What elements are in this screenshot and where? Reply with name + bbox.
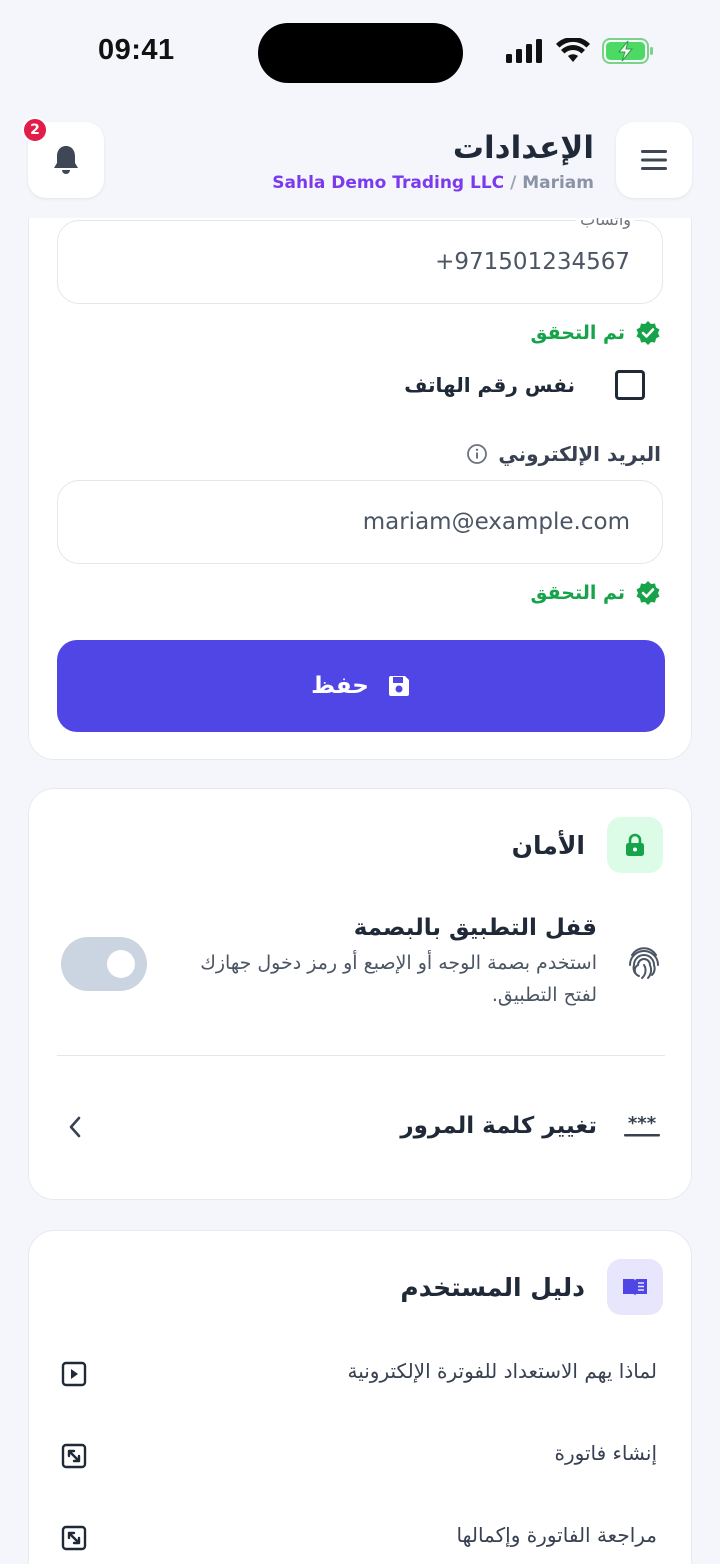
save-button[interactable]: حفظ <box>57 640 665 732</box>
status-time: 09:41 <box>98 34 175 66</box>
save-label: حفظ <box>311 673 369 699</box>
email-value: mariam@example.com <box>362 509 630 535</box>
contact-card: +971501234567 واتساب تم التحقق نفس رقم ا… <box>28 180 692 760</box>
whatsapp-value: +971501234567 <box>435 249 630 275</box>
security-divider <box>57 1055 665 1056</box>
guide-item-label: إنشاء فاتورة <box>554 1441 657 1465</box>
same-phone-row[interactable]: نفس رقم الهاتف <box>404 370 645 400</box>
app-header: 2 الإعدادات Sahla Demo Trading LLC / Mar… <box>0 104 720 218</box>
floppy-disk-icon <box>388 676 409 696</box>
menu-button[interactable] <box>616 122 692 198</box>
biometric-description: استخدم بصمة الوجه أو الإصبع أو رمز دخول … <box>200 952 597 1006</box>
dynamic-island <box>258 23 463 83</box>
verified-text: تم التحقق <box>530 322 625 344</box>
security-header: الأمان <box>512 817 663 873</box>
bell-icon <box>54 146 78 174</box>
email-label: البريد الإلكتروني <box>498 442 661 466</box>
status-icons <box>506 38 654 64</box>
lock-icon <box>626 833 644 856</box>
user-name: Mariam <box>522 173 594 193</box>
guide-icon-box <box>607 1259 663 1315</box>
company-name: Sahla Demo Trading LLC <box>272 173 505 193</box>
wifi-icon <box>556 38 590 62</box>
whatsapp-verified-status: تم التحقق <box>530 320 661 346</box>
guide-item[interactable]: مراجعة الفاتورة وإكمالها <box>57 1513 657 1563</box>
security-card: الأمان قفل التطبيق بالبصمة استخدم بصمة ا… <box>28 788 692 1200</box>
account-subtitle: Sahla Demo Trading LLC / Mariam <box>272 173 594 193</box>
verified-badge-icon <box>636 321 660 345</box>
security-icon-box <box>607 817 663 873</box>
biometric-title: قفل التطبيق بالبصمة <box>353 915 597 941</box>
same-phone-checkbox[interactable] <box>615 370 645 400</box>
biometric-lock-row: قفل التطبيق بالبصمة استخدم بصمة الوجه أو… <box>57 915 661 1025</box>
user-guide-card: دليل المستخدم لماذا يهم الاستعداد للفوتر… <box>28 1230 692 1564</box>
subtitle-separator: / <box>504 173 523 193</box>
email-label-row: البريد الإلكتروني <box>466 442 661 466</box>
guide-item-label: لماذا يهم الاستعداد للفوترة الإلكترونية <box>347 1359 657 1383</box>
change-password-label: تغيير كلمة المرور <box>400 1113 597 1139</box>
guide-item[interactable]: إنشاء فاتورة <box>57 1431 657 1481</box>
biometric-toggle[interactable] <box>61 937 147 991</box>
external-link-icon <box>61 1525 87 1551</box>
password-icon: *** <box>624 1113 660 1137</box>
email-verified-status: تم التحقق <box>530 580 661 606</box>
biometric-text: قفل التطبيق بالبصمة استخدم بصمة الوجه أو… <box>177 915 597 1011</box>
guide-item-label: مراجعة الفاتورة وإكمالها <box>456 1523 657 1547</box>
same-phone-label: نفس رقم الهاتف <box>404 373 575 397</box>
fingerprint-icon <box>629 947 659 979</box>
whatsapp-field[interactable]: +971501234567 <box>57 220 663 304</box>
status-bar: 09:41 <box>0 0 720 104</box>
verified-text: تم التحقق <box>530 582 625 604</box>
guide-title: دليل المستخدم <box>400 1272 585 1302</box>
play-icon <box>61 1361 87 1387</box>
security-title: الأمان <box>511 830 585 860</box>
book-icon <box>623 1279 647 1296</box>
change-password-row[interactable]: *** تغيير كلمة المرور <box>57 1099 661 1159</box>
email-field[interactable]: mariam@example.com <box>57 480 663 564</box>
verified-badge-icon <box>636 581 660 605</box>
guide-item[interactable]: لماذا يهم الاستعداد للفوترة الإلكترونية <box>57 1349 657 1399</box>
info-icon[interactable] <box>466 443 488 465</box>
notifications-button[interactable]: 2 <box>22 117 104 198</box>
external-link-icon <box>61 1443 87 1469</box>
password-icon-stars: *** <box>628 1113 657 1134</box>
guide-header: دليل المستخدم <box>400 1259 663 1315</box>
hamburger-icon <box>641 150 667 170</box>
page-title: الإعدادات <box>452 130 594 166</box>
toggle-knob <box>107 950 135 978</box>
notification-badge: 2 <box>22 117 48 143</box>
chevron-left-icon <box>69 1116 81 1138</box>
battery-charging-icon <box>602 38 653 64</box>
signal-icon <box>506 39 542 63</box>
